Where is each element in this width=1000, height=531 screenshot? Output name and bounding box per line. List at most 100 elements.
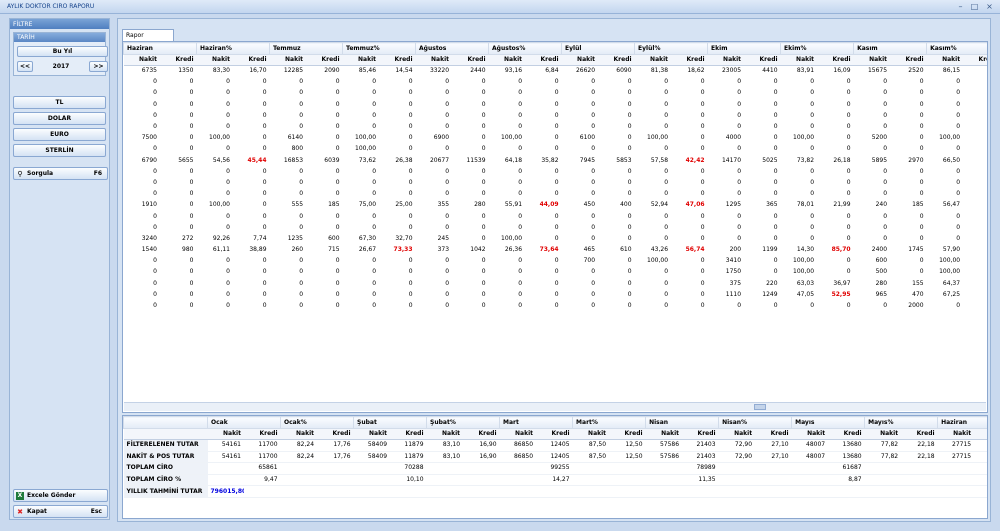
column-subheader[interactable]: Kredi bbox=[233, 54, 270, 66]
table-row[interactable]: 0 0 0 0 0 0 0 0 0 0 0 0 0 0 0 0 0 0 0 0 0 0 0 bbox=[124, 121, 988, 132]
table-row[interactable]: 1540 980 61,11 38,89 260 715 26,67 73,33 373 1042… bbox=[124, 245, 988, 256]
column-group-header[interactable]: Mart bbox=[499, 416, 574, 429]
table-row[interactable]: 0 0 0 0 0 0 0 0 0 0 0 0 0 0 0 0 0 0 0 0 0 2000 0 10 bbox=[124, 300, 988, 311]
currency-tl-button[interactable]: TL bbox=[13, 96, 106, 109]
table-row[interactable]: 0 0 0 0 0 0 0 0 0 0 0 0 700 0 100,00 0 3410 0 100,00 0 600 0 1… bbox=[124, 256, 988, 267]
column-subheader[interactable]: Kredi bbox=[755, 428, 792, 440]
column-subheader[interactable]: Kredi bbox=[379, 54, 416, 66]
table-row[interactable]: 0 0 0 0 0 0 0 0 0 0 0 0 0 0 0 0 0 0 0 0 0 0 0 bbox=[124, 189, 988, 200]
column-subheader[interactable]: Nakit bbox=[488, 54, 526, 66]
column-group-header[interactable]: Mayıs% bbox=[864, 416, 939, 429]
table-row[interactable]: 0 0 0 0 0 0 0 0 0 0 0 0 0 0 0 0 1750 0 100,00 0 500 0 100,00 bbox=[124, 267, 988, 278]
column-subheader[interactable]: Kredi bbox=[536, 428, 573, 440]
table-row[interactable]: 0 0 0 0 800 0 100,00 0 0 0 0 0 0 0 0 0 0 0 0 0 0 0 0 bbox=[124, 144, 988, 155]
table-row[interactable]: 0 0 0 0 0 0 0 0 0 0 0 0 0 0 0 0 0 0 0 0 0 0 0 bbox=[124, 166, 988, 177]
table-row[interactable]: 0 0 0 0 0 0 0 0 0 0 0 0 0 0 0 0 1110 1249 47,05 52,95 965 470… bbox=[124, 289, 988, 300]
currency-dolar-button[interactable]: DOLAR bbox=[13, 112, 106, 125]
column-subheader[interactable]: Nakit bbox=[280, 428, 318, 440]
column-subheader[interactable]: Kredi bbox=[901, 428, 938, 440]
column-subheader[interactable]: Kredi bbox=[452, 54, 489, 66]
table-row[interactable]: 0 0 0 0 0 0 0 0 0 0 0 0 0 0 0 0 0 0 0 0 0 0 0 bbox=[124, 222, 988, 233]
column-group-header[interactable]: Eylül% bbox=[634, 42, 709, 55]
summary-row[interactable]: FİLTERELENEN TUTAR 54161 11700 82,24 17,76 58… bbox=[123, 439, 987, 452]
column-subheader[interactable]: Kredi bbox=[974, 428, 987, 440]
column-group-header[interactable]: Temmuz% bbox=[342, 42, 417, 55]
column-subheader[interactable]: Kredi bbox=[671, 54, 708, 66]
next-year-button[interactable]: >> bbox=[89, 61, 108, 72]
table-row[interactable]: 7500 0 100,00 0 6140 0 100,00 0 6900 0 100,00 0 6100… bbox=[124, 133, 988, 144]
column-group-header[interactable]: Nisan% bbox=[718, 416, 793, 429]
summary-grid[interactable]: Ocak Ocak% Şubat Şubat% Mart Mart% Nisan Nisan%… bbox=[122, 415, 988, 519]
column-subheader[interactable]: Nakit bbox=[572, 428, 610, 440]
column-group-header[interactable]: Kasım% bbox=[926, 42, 987, 55]
column-subheader[interactable]: Nakit bbox=[342, 54, 380, 66]
column-subheader[interactable]: Nakit bbox=[415, 54, 453, 66]
column-subheader[interactable]: Nakit bbox=[426, 428, 464, 440]
column-subheader[interactable]: Kredi bbox=[306, 54, 343, 66]
table-row[interactable]: 0 0 0 0 0 0 0 0 0 0 0 0 0 0 0 0 0 0 0 0 0 0 0 bbox=[124, 177, 988, 188]
column-subheader[interactable]: Kredi bbox=[244, 428, 281, 440]
table-row[interactable]: 0 0 0 0 0 0 0 0 0 0 0 0 0 0 0 0 0 0 0 0 0 0 0 bbox=[124, 88, 988, 99]
column-subheader[interactable]: Nakit bbox=[123, 54, 160, 66]
table-row[interactable]: 0 0 0 0 0 0 0 0 0 0 0 0 0 0 0 0 0 0 0 0 0 0 0 bbox=[124, 211, 988, 222]
column-group-header[interactable]: Ağustos bbox=[415, 42, 490, 55]
query-button[interactable]: ⚲ Sorgula F6 bbox=[13, 167, 108, 180]
tab-report-view[interactable]: Rapor Görünümü bbox=[122, 29, 174, 50]
summary-row[interactable]: NAKİT & POS TUTAR 54161 11700 82,24 17,76 584… bbox=[123, 451, 987, 464]
prev-year-button[interactable]: << bbox=[17, 61, 33, 72]
main-grid[interactable]: Haziran Haziran% Temmuz Temmuz% Ağustos Ağust… bbox=[122, 41, 988, 413]
column-group-header[interactable]: Nisan bbox=[645, 416, 720, 429]
column-subheader[interactable]: Kredi bbox=[463, 428, 500, 440]
column-group-header[interactable]: Ekim bbox=[707, 42, 782, 55]
scrollbar-thumb[interactable] bbox=[754, 404, 766, 410]
column-subheader[interactable]: Kredi bbox=[160, 54, 197, 66]
column-subheader[interactable]: Nakit bbox=[791, 428, 829, 440]
horizontal-scrollbar[interactable] bbox=[124, 402, 986, 411]
column-group-header[interactable]: Şubat% bbox=[426, 416, 501, 429]
column-subheader[interactable]: Kredi bbox=[317, 428, 354, 440]
column-subheader[interactable]: Kredi bbox=[890, 54, 927, 66]
column-subheader[interactable]: Kredi bbox=[744, 54, 781, 66]
column-subheader[interactable]: Kredi bbox=[609, 428, 646, 440]
column-subheader[interactable]: Kredi bbox=[390, 428, 427, 440]
currency-sterlin-button[interactable]: STERLİN bbox=[13, 144, 106, 157]
column-subheader[interactable]: Nakit bbox=[707, 54, 745, 66]
column-group-header[interactable]: Mayıs bbox=[791, 416, 866, 429]
column-subheader[interactable]: Kredi bbox=[598, 54, 635, 66]
column-group-header[interactable]: Eylül bbox=[561, 42, 636, 55]
column-subheader[interactable]: Nakit bbox=[634, 54, 672, 66]
table-row[interactable]: 0 0 0 0 0 0 0 0 0 0 0 0 0 0 0 0 0 0 0 0 0 0 0 bbox=[124, 99, 988, 110]
summary-row[interactable]: TOPLAM CİRO 65861 70288 99255 78989 61687 bbox=[123, 462, 987, 475]
column-group-header[interactable]: Haziran% bbox=[195, 42, 271, 55]
column-subheader[interactable]: Nakit bbox=[853, 54, 891, 66]
column-group-header[interactable]: Haziran bbox=[937, 416, 987, 429]
table-row[interactable]: 1910 0 100,00 0 555 185 75,00 25,00 355 280 55,91 4… bbox=[124, 200, 988, 211]
summary-row[interactable]: TOPLAM CİRO % 9,47 10,10 14,27 11,35 8,87 bbox=[123, 474, 987, 487]
column-subheader[interactable]: Nakit bbox=[926, 54, 964, 66]
column-subheader[interactable]: Kredi bbox=[817, 54, 854, 66]
column-group-header[interactable]: Kasım bbox=[853, 42, 928, 55]
column-subheader[interactable]: Nakit bbox=[561, 54, 599, 66]
column-group-header[interactable]: Ocak bbox=[206, 416, 282, 429]
column-subheader[interactable]: Nakit bbox=[499, 428, 537, 440]
column-group-header[interactable]: Haziran bbox=[123, 42, 197, 55]
excel-export-button[interactable]: X Excele Gönder bbox=[13, 489, 108, 502]
close-window-icon[interactable]: × bbox=[985, 2, 994, 11]
close-button[interactable]: ✖ Kapat Esc bbox=[13, 505, 108, 518]
column-subheader[interactable]: Nakit bbox=[207, 428, 244, 440]
column-subheader[interactable]: Nakit bbox=[864, 428, 902, 440]
this-year-button[interactable]: Bu Yıl bbox=[17, 46, 108, 57]
table-row[interactable]: 6790 5655 54,56 45,44 16853 6039 73,62 26,38 206… bbox=[124, 155, 988, 166]
table-row[interactable]: 0 0 0 0 0 0 0 0 0 0 0 0 0 0 0 0 0 0 0 0 0 0 0 bbox=[124, 77, 988, 88]
column-subheader[interactable]: Kredi bbox=[682, 428, 719, 440]
column-subheader[interactable]: Kredi bbox=[525, 54, 562, 66]
table-row[interactable]: 6735 1350 83,30 16,70 12285 2090 85,46 14,54 332… bbox=[124, 66, 988, 77]
minimize-icon[interactable]: – bbox=[956, 2, 965, 11]
column-subheader[interactable]: Kredi bbox=[828, 428, 865, 440]
table-row[interactable]: 3240 272 92,26 7,74 1235 600 67,30 32,70 245 0 100… bbox=[124, 233, 988, 244]
column-subheader[interactable]: Kredi bbox=[963, 54, 987, 66]
column-subheader[interactable]: Nakit bbox=[937, 428, 975, 440]
currency-euro-button[interactable]: EURO bbox=[13, 128, 106, 141]
column-subheader[interactable]: Nakit bbox=[718, 428, 756, 440]
column-group-header[interactable]: Mart% bbox=[572, 416, 647, 429]
